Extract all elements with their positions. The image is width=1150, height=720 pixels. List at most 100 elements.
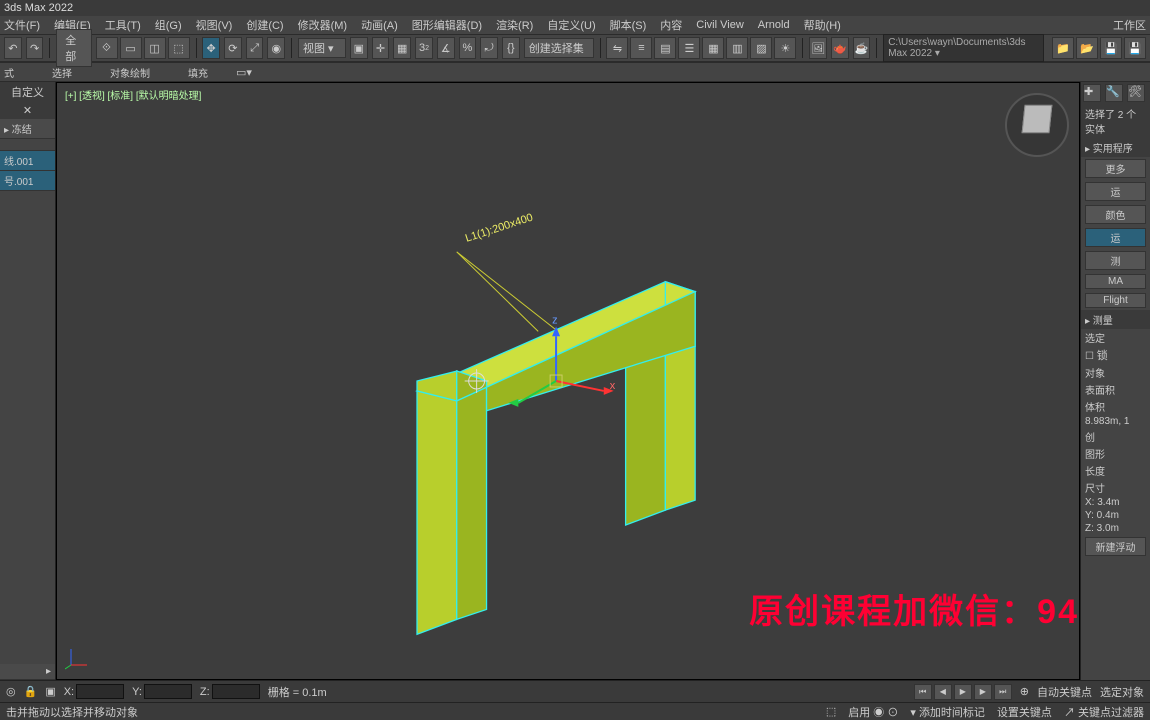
new-floater-button[interactable]: 新建浮动 [1085,537,1146,556]
select-label[interactable]: 选择 [52,65,72,80]
select-fence-icon[interactable]: ◫ [144,37,166,59]
pivot-icon[interactable]: ▣ [350,37,368,59]
open-icon[interactable]: 📂 [1076,37,1098,59]
time-controls: ⏮ ◀ ▶ ▶ ⏭ [914,684,1012,700]
enable-label[interactable]: 启用 ◉ ⊙ [848,704,898,720]
select-all-dropdown[interactable]: 全部 [56,29,91,67]
tab-modify-icon[interactable]: 🔧 [1105,84,1123,102]
snap-3d-icon[interactable]: 32 [415,37,433,59]
scene-explorer-close-icon[interactable]: ✕ [0,102,55,119]
menu-script[interactable]: 脚本(S) [610,17,647,33]
lock-selection-icon[interactable]: 🔒 [24,685,38,698]
menu-arnold[interactable]: Arnold [758,19,790,31]
mirror-icon[interactable]: ⇋ [606,37,628,59]
add-time-tag[interactable]: ▾ 添加时间标记 [910,704,985,720]
x-input[interactable] [76,684,124,699]
menu-view[interactable]: 视图(V) [196,17,233,33]
menu-render[interactable]: 渲染(R) [496,17,533,33]
select-lasso-icon[interactable]: ⬚ [168,37,190,59]
util-btn-1[interactable]: 运 [1085,182,1146,201]
autokey-button[interactable]: 自动关键点 [1037,684,1092,700]
angle-snap-icon[interactable]: ∡ [437,37,455,59]
paint-label[interactable]: 对象绘制 [110,65,150,80]
scene-item-1[interactable]: 线.001 [0,151,55,171]
fill-label[interactable]: 填充 [188,65,208,80]
key-filter[interactable]: ↗ 关键点过滤器 [1064,704,1144,720]
align-icon[interactable]: ≡ [630,37,652,59]
next-frame-icon[interactable]: ▶ [974,684,992,700]
isolate-icon[interactable]: ▣ [45,685,55,698]
scene-scroll-icon[interactable]: ▸ [0,664,55,680]
ref-coord-dropdown[interactable]: 视图 ▾ [298,38,346,58]
util-btn-2[interactable]: 颜色 [1085,205,1146,224]
menu-modifiers[interactable]: 修改器(M) [298,17,348,33]
ribbon-toggle-icon[interactable]: ▭▾ [236,66,252,79]
scale-icon[interactable]: ⤢ [246,37,264,59]
main-toolbar: ↶ ↷ 全部 ⟐ ▭ ◫ ⬚ ✥ ⟳ ⤢ ◉ 视图 ▾ ▣ ✛ ▦ 32 ∡ %… [0,34,1150,62]
tab-create-icon[interactable]: ✚ [1083,84,1101,102]
menu-help[interactable]: 帮助(H) [804,17,841,33]
group-freeze[interactable]: ▸ 冻结 [0,119,55,139]
menu-file[interactable]: 文件(F) [4,17,40,33]
goto-end-icon[interactable]: ⏭ [994,684,1012,700]
teapot-icon[interactable]: ☕ [853,37,871,59]
curve-editor-icon[interactable]: ▦ [702,37,724,59]
scene-item-2[interactable]: 号.001 [0,171,55,191]
menu-workspace[interactable]: 工作区 [1113,17,1146,33]
select-rect-icon[interactable]: ▭ [120,37,142,59]
named-selection-dropdown[interactable]: 创建选择集 [524,38,594,58]
move-icon[interactable]: ✥ [202,37,220,59]
schematic-icon[interactable]: ▥ [726,37,748,59]
menu-custom[interactable]: 自定义(U) [547,17,595,33]
saveas-icon[interactable]: 💾 [1124,37,1146,59]
menu-tools[interactable]: 工具(T) [105,17,141,33]
menu-create[interactable]: 创建(C) [246,17,283,33]
locked-icon[interactable]: ◎ [6,685,16,698]
util-btn-6[interactable]: Flight [1085,293,1146,308]
edit-named-sel-icon[interactable]: {} [502,37,520,59]
y-input[interactable] [144,684,192,699]
undo-icon[interactable]: ↶ [4,37,22,59]
more-button[interactable]: 更多 [1085,159,1146,178]
scene-explorer-icon[interactable]: ☰ [678,37,700,59]
selected-lock[interactable]: 选定对象 [1100,684,1144,700]
percent-snap-icon[interactable]: % [459,37,477,59]
utilities-header[interactable]: ▸ 实用程序 [1081,138,1150,157]
material-icon[interactable]: ▨ [750,37,772,59]
layers-icon[interactable]: ▤ [654,37,676,59]
key-mode-icon[interactable]: ⊕ [1020,685,1029,698]
measure-header[interactable]: ▸ 测量 [1081,310,1150,329]
spinner-snap-icon[interactable]: ⤾ [480,37,498,59]
link-icon[interactable]: ⟐ [96,37,118,59]
render-prod-icon[interactable]: 🫖 [831,37,849,59]
redo-icon[interactable]: ↷ [26,37,44,59]
menu-group[interactable]: 组(G) [155,17,182,33]
play-icon[interactable]: ▶ [954,684,972,700]
tab-utility-icon[interactable]: 🛠 [1127,84,1145,102]
snap-toggle-icon[interactable]: ✛ [372,37,390,59]
smart-move[interactable]: ▦ [393,37,411,59]
folder-icon[interactable]: 📁 [1052,37,1074,59]
dim-y: Y: 0.4m [1081,509,1150,522]
menu-content[interactable]: 内容 [660,17,682,33]
measure-lock[interactable]: ☐ 锁 [1081,346,1150,364]
mode-label[interactable]: 式 [4,65,14,80]
script-icon[interactable]: ⬚ [826,705,836,718]
rotate-icon[interactable]: ⟳ [224,37,242,59]
prev-frame-icon[interactable]: ◀ [934,684,952,700]
menu-anim[interactable]: 动画(A) [361,17,398,33]
setkey-button[interactable]: 设置关键点 [997,704,1052,720]
util-btn-5[interactable]: MA [1085,274,1146,289]
viewport-perspective[interactable]: [+] [透视] [标准] [默认明暗处理] L1(1):200x400 [56,82,1080,680]
menu-civil[interactable]: Civil View [696,19,743,31]
save-icon[interactable]: 💾 [1100,37,1122,59]
render-setup-icon[interactable]: ☀ [774,37,796,59]
goto-start-icon[interactable]: ⏮ [914,684,932,700]
util-btn-4[interactable]: 测 [1085,251,1146,270]
util-btn-3[interactable]: 运 [1085,228,1146,247]
z-input[interactable] [212,684,260,699]
project-path[interactable]: C:\Users\wayn\Documents\3ds Max 2022 ▾ [883,34,1044,62]
menu-graph[interactable]: 图形编辑器(D) [412,17,482,33]
placement-icon[interactable]: ◉ [267,37,285,59]
render-frame-icon[interactable]: 🖼 [809,37,827,59]
